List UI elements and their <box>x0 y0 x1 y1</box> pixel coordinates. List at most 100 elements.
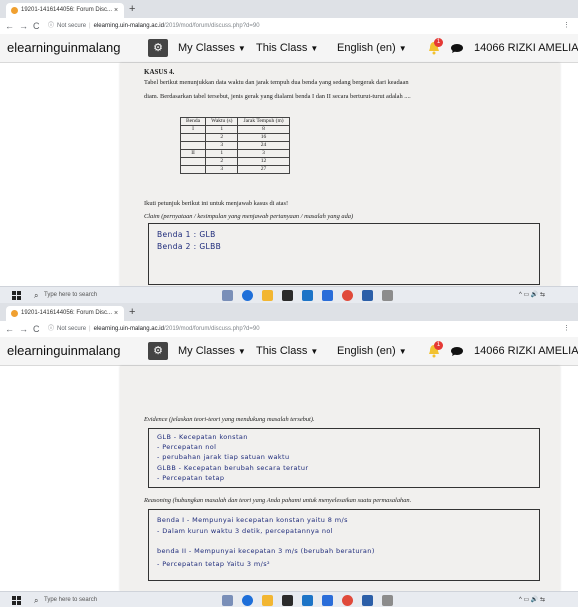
app-icon[interactable] <box>382 290 393 301</box>
gear-icon[interactable]: ⚙ <box>148 342 168 360</box>
chrome-browser-icon[interactable] <box>342 595 353 606</box>
taskbar-search-input[interactable]: Type here to search <box>44 287 97 303</box>
mail-icon[interactable] <box>302 595 313 606</box>
edge-browser-icon[interactable] <box>242 595 253 606</box>
column-header: Jarak Tempuh (m) <box>237 117 290 126</box>
notification-badge: 1 <box>434 341 443 350</box>
menu-language[interactable]: English (en) ▼ <box>337 34 407 63</box>
windows-start-icon[interactable] <box>12 596 21 605</box>
caret-down-icon: ▼ <box>237 347 246 356</box>
handwritten-evidence-line: - Percepatan tetap <box>157 474 225 482</box>
browser-tabstrip: 19201-1416144056: Forum Disc... × + <box>0 303 578 321</box>
tab-close-button[interactable]: × <box>114 306 118 321</box>
menu-my-classes[interactable]: My Classes ▼ <box>178 337 246 366</box>
post-content: Evidence (jelaskan teori-teori yang mend… <box>0 366 578 591</box>
table-row: 2 12 <box>179 157 290 166</box>
caret-down-icon: ▼ <box>310 44 319 53</box>
scanned-worksheet: KASUS 4. Tabel berikut menunjukkan data … <box>120 63 560 286</box>
site-favicon-icon <box>11 310 18 317</box>
new-tab-button[interactable]: + <box>129 2 135 16</box>
extension-icon[interactable]: ⋮ <box>563 20 570 32</box>
back-button[interactable]: ← <box>5 19 14 33</box>
search-icon[interactable]: ⌕ <box>34 594 38 607</box>
task-view-icon[interactable] <box>222 290 233 301</box>
caret-down-icon: ▼ <box>398 347 407 356</box>
store-icon[interactable] <box>282 595 293 606</box>
app-icon[interactable] <box>382 595 393 606</box>
site-brand[interactable]: elearninguinmalang <box>7 34 120 62</box>
screenshot-top: 19201-1416144056: Forum Disc... × + ← → … <box>0 0 578 303</box>
instruction-text: Ikuti petunjuk berikut ini untuk menjawa… <box>144 200 289 207</box>
search-icon[interactable]: ⌕ <box>34 289 38 302</box>
url-path: /2019/mod/forum/discuss.php?d=90 <box>163 23 260 29</box>
user-menu[interactable]: 14066 RIZKI AMELIA,M.Pd <box>474 34 578 62</box>
menu-this-class[interactable]: This Class ▼ <box>256 337 318 366</box>
url-field[interactable]: ⓘ Not secure | elearning.uin-malang.ac.id/2… <box>48 20 548 32</box>
reload-button[interactable]: C <box>33 322 40 336</box>
chat-icon[interactable] <box>451 347 463 356</box>
info-icon[interactable]: ⓘ <box>48 23 54 29</box>
data-table: Benda Waktu (s) Jarak Tempuh (m) I18 2 16… <box>179 117 290 174</box>
word-icon[interactable] <box>362 595 373 606</box>
menu-language[interactable]: English (en) ▼ <box>337 337 407 366</box>
tab-close-button[interactable]: × <box>114 3 118 18</box>
chat-icon[interactable] <box>451 44 463 53</box>
url-field[interactable]: ⓘ Not secure | elearning.uin-malang.ac.id/2… <box>48 323 548 335</box>
handwritten-claim-line: Benda 1 : GLB <box>157 230 216 239</box>
handwritten-evidence-line: - Percepatan nol <box>157 443 217 451</box>
handwritten-evidence-line: - perubahan jarak tiap satuan waktu <box>157 453 290 461</box>
gear-icon[interactable]: ⚙ <box>148 39 168 57</box>
system-tray[interactable]: ^ ▭ 🔊 ⇆ <box>519 592 545 607</box>
reload-button[interactable]: C <box>33 19 40 33</box>
url-host: elearning.uin-malang.ac.id <box>93 326 164 332</box>
reasoning-label: Reasoning (hubungkan masalah dan teori y… <box>144 497 412 504</box>
back-button[interactable]: ← <box>5 322 14 336</box>
new-tab-button[interactable]: + <box>129 305 135 319</box>
handwritten-reasoning-line: - Percepatan tetap Yaitu 3 m/s² <box>157 560 271 568</box>
menu-my-classes[interactable]: My Classes ▼ <box>178 34 246 63</box>
windows-taskbar: ⌕ Type here to search ^ ▭ 🔊 ⇆ <box>0 591 578 607</box>
task-view-icon[interactable] <box>222 595 233 606</box>
tab-title: 19201-1416144056: Forum Disc... <box>21 7 113 13</box>
browser-tab[interactable]: 19201-1416144056: Forum Disc... × <box>6 306 124 321</box>
handwritten-evidence-line: GLB - Kecepatan konstan <box>157 433 248 441</box>
table-header-row: Benda Waktu (s) Jarak Tempuh (m) <box>179 117 290 126</box>
post-content: KASUS 4. Tabel berikut menunjukkan data … <box>0 63 578 286</box>
user-menu[interactable]: 14066 RIZKI AMELIA,M.Pd <box>474 337 578 365</box>
file-explorer-icon[interactable] <box>262 595 273 606</box>
case-prompt-line2: diam. Berdasarkan tabel tersebut, jenis … <box>144 93 411 100</box>
store-icon[interactable] <box>282 290 293 301</box>
forward-button[interactable]: → <box>19 322 28 336</box>
forward-button[interactable]: → <box>19 19 28 33</box>
word-icon[interactable] <box>362 290 373 301</box>
table-row: 3 24 <box>179 141 290 150</box>
caret-down-icon: ▼ <box>237 44 246 53</box>
site-brand[interactable]: elearninguinmalang <box>7 337 120 365</box>
caret-down-icon: ▼ <box>398 44 407 53</box>
chrome-browser-icon[interactable] <box>342 290 353 301</box>
site-favicon-icon <box>11 7 18 14</box>
tab-title: 19201-1416144056: Forum Disc... <box>21 310 113 316</box>
file-explorer-icon[interactable] <box>262 290 273 301</box>
office-app-icon[interactable] <box>322 290 333 301</box>
info-icon[interactable]: ⓘ <box>48 326 54 332</box>
case-prompt-line1: Tabel berikut menunjukkan data waktu dan… <box>144 79 409 86</box>
extension-icon[interactable]: ⋮ <box>563 323 570 335</box>
handwritten-reasoning-line: Benda I - Mempunyai kecepatan konstan ya… <box>157 516 348 524</box>
scanned-worksheet: Evidence (jelaskan teori-teori yang mend… <box>120 366 560 591</box>
edge-browser-icon[interactable] <box>242 290 253 301</box>
system-tray[interactable]: ^ ▭ 🔊 ⇆ <box>519 287 545 303</box>
notification-badge: 1 <box>434 38 443 47</box>
moodle-navbar: elearninguinmalang ⚙ My Classes ▼ This Cl… <box>0 337 578 366</box>
taskbar-search-input[interactable]: Type here to search <box>44 592 97 607</box>
handwritten-reasoning-line: - Dalam kurun waktu 3 detik, percepatann… <box>157 527 333 535</box>
address-bar: ← → C ⓘ Not secure | elearning.uin-malang.a… <box>0 18 578 35</box>
office-app-icon[interactable] <box>322 595 333 606</box>
security-label: Not secure <box>57 23 87 29</box>
windows-start-icon[interactable] <box>12 291 21 300</box>
windows-taskbar: ⌕ Type here to search ^ ▭ 🔊 ⇆ <box>0 286 578 303</box>
menu-this-class[interactable]: This Class ▼ <box>256 34 318 63</box>
mail-icon[interactable] <box>302 290 313 301</box>
browser-tab[interactable]: 19201-1416144056: Forum Disc... × <box>6 3 124 18</box>
handwritten-claim-line: Benda 2 : GLBB <box>157 242 222 251</box>
